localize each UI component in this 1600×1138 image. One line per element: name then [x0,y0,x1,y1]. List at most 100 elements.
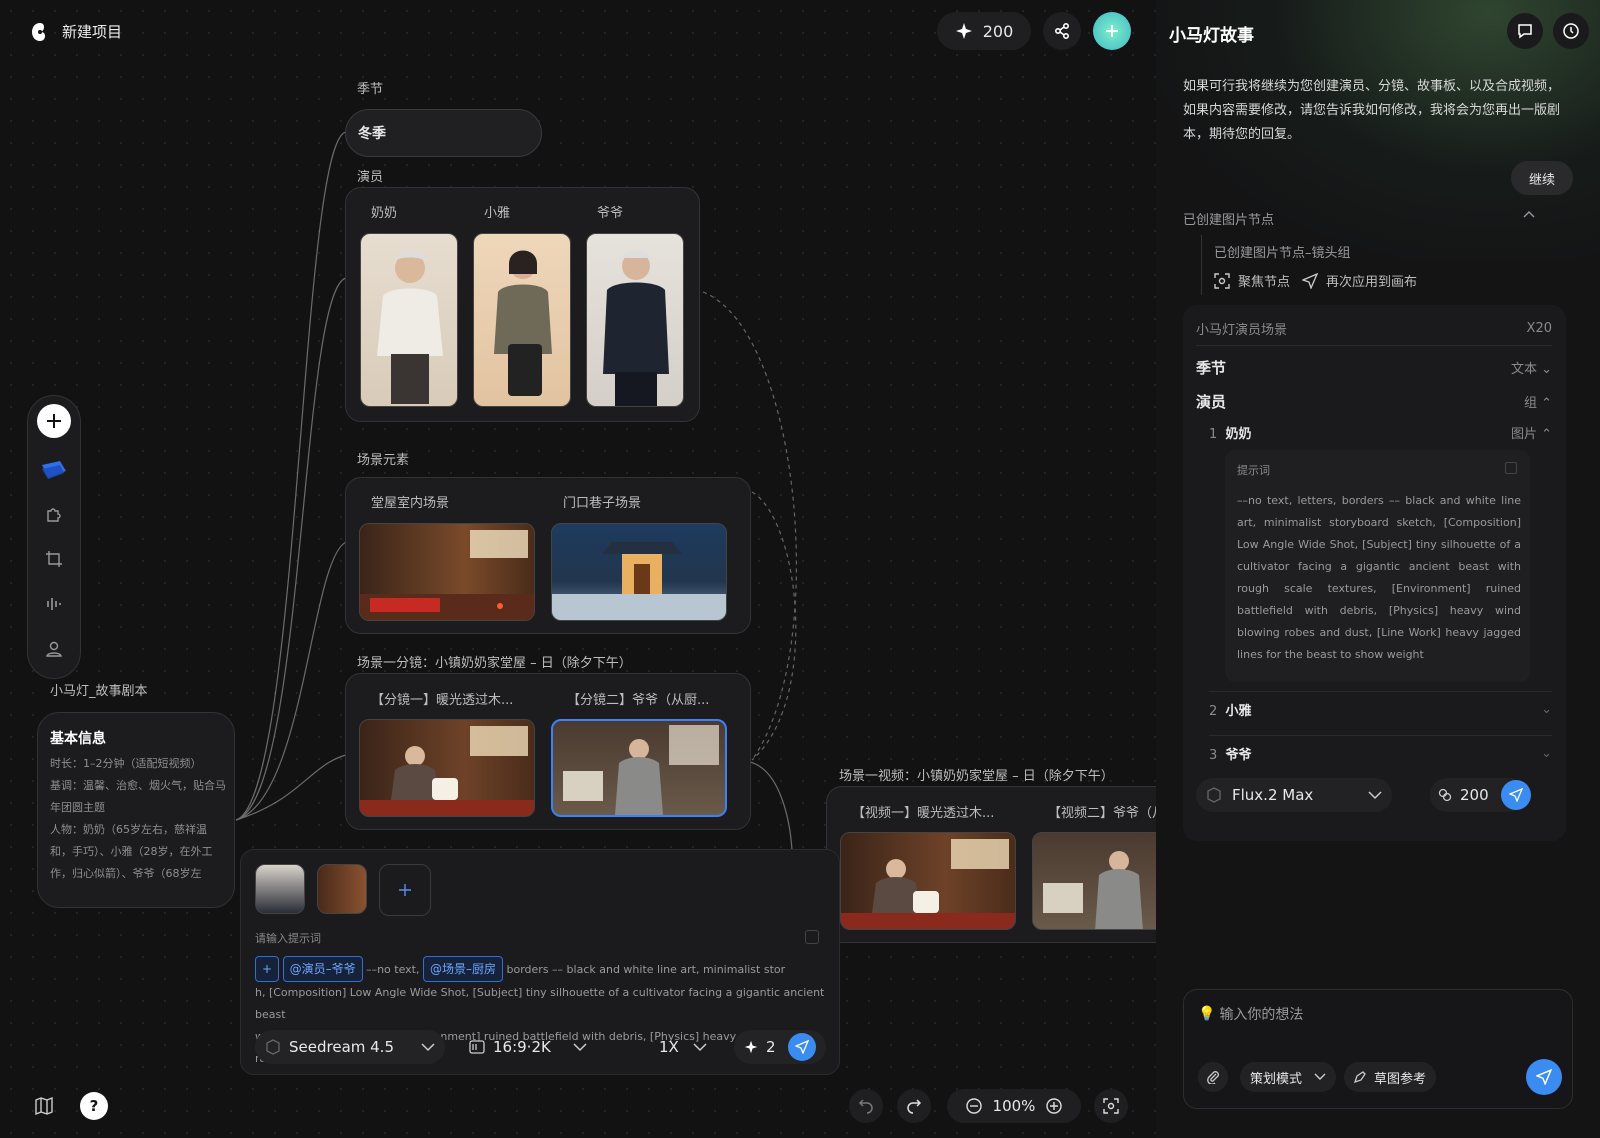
redo-button[interactable] [897,1089,931,1123]
script-line: 基调：温馨、治愈、烟火气，贴合马年团圆主题 [50,779,226,814]
lightbulb-icon: 💡 [1198,1006,1216,1022]
card-header: 小马灯演员场景 X20 [1196,319,1552,338]
reapply-label: 再次应用到画布 [1326,275,1418,290]
paperclip-icon [1206,1070,1220,1084]
card-row-actors[interactable]: 演员 组 ⌃ [1196,391,1552,412]
send-button[interactable] [788,1033,816,1061]
left-toolbar [27,395,81,679]
scene-elements-node[interactable]: 堂屋室内场景 门口巷子场景 [345,477,751,634]
puzzle-icon[interactable] [39,499,69,529]
add-node-button[interactable] [37,404,71,438]
layers-icon[interactable] [39,454,69,484]
send-outline-icon [1302,272,1318,289]
video-node-label: 场景一视频：小镇奶奶家堂屋 – 日（除夕下午） [839,769,1114,784]
chat-send-button[interactable] [1526,1059,1562,1095]
actor-photo-grandma[interactable] [360,233,458,407]
video-node[interactable]: 【视频一】暖光透过木... 【视频二】爷爷（从 [826,786,1156,943]
add-ref-button[interactable] [379,864,431,916]
zoom-out-icon[interactable] [965,1097,983,1115]
credits-icon [1438,788,1452,802]
ref-thumb-grandpa[interactable] [255,864,305,914]
attach-button[interactable] [1198,1062,1228,1092]
season-node[interactable]: 冬季 [345,109,542,157]
cube-icon [265,1039,281,1055]
project-title[interactable]: 新建项目 [62,21,122,42]
chevron-up-icon[interactable] [1523,210,1535,218]
sparkle-icon [744,1040,758,1054]
avatar-button[interactable] [1093,12,1131,50]
crop-icon[interactable] [39,544,69,574]
mode-select[interactable]: 策划模式 [1240,1062,1336,1092]
prompt-editor: 请输入提示词 + @演员–爷爷 ––no text, @场景–厨房 border… [240,849,840,1075]
chevron-down-icon [1314,1073,1326,1081]
panel-send-button[interactable] [1501,780,1531,810]
divider [1209,735,1552,736]
card-row-season[interactable]: 季节 文本 ⌄ [1196,357,1552,378]
canvas[interactable]: 新建项目 200 季节 冬季 演员 奶奶 小雅 爷爷 场景元素 堂屋室内场景 门… [0,0,1156,1138]
share-button[interactable] [1043,12,1081,50]
row-label: 演员 [1196,393,1227,411]
script-body: 时长：1–2分钟（适配短视频） 基调：温馨、治愈、烟火气，贴合马年团圆主题 人物… [50,753,228,885]
divider [1209,691,1552,692]
logo-icon[interactable] [28,20,52,44]
reapply-link[interactable]: 再次应用到画布 [1302,271,1417,290]
multiplier-value: 1X [659,1038,679,1056]
zoom-in-icon[interactable] [1045,1097,1063,1115]
shots-node[interactable]: 【分镜一】暖光透过木... 【分镜二】爷爷（从厨... [345,673,751,830]
help-icon[interactable]: ? [80,1092,108,1120]
created-header[interactable]: 已创建图片节点 [1183,209,1274,228]
scene-elements-label: 场景元素 [357,453,410,468]
actor-photo-xiaoya[interactable] [473,233,571,407]
season-node-label: 季节 [357,82,384,97]
plus-spark-icon [1105,24,1119,38]
continue-button[interactable]: 继续 [1511,161,1573,195]
actor-item-3[interactable]: 3 爷爷 ⌄ [1209,744,1552,763]
chat-input[interactable]: 💡 输入你的想法 [1198,1004,1303,1024]
row-label: 季节 [1196,359,1227,377]
shot-photo-1[interactable] [359,719,535,817]
focus-icon [1214,272,1230,289]
script-node[interactable]: 基本信息 时长：1–2分钟（适配短视频） 基调：温馨、治愈、烟火气，贴合马年团圆… [37,712,235,908]
tag-actor-grandpa[interactable]: @演员–爷爷 [282,956,363,982]
actor-photo-grandpa[interactable] [586,233,684,407]
undo-button[interactable] [849,1089,883,1123]
scene-photo-hall[interactable] [359,523,535,621]
insert-tag-button[interactable]: + [255,956,280,982]
history-button[interactable] [1553,13,1589,49]
cube-icon [1206,787,1222,803]
ratio-select[interactable]: 16:9·2K [463,1030,593,1064]
audio-icon[interactable] [39,589,69,619]
actor-item-1[interactable]: 1 奶奶 图片 ⌃ [1209,423,1552,442]
prompt-fragment: borders –– black and white line art, min… [506,963,786,976]
script-title: 基本信息 [50,731,106,747]
focus-node-link[interactable]: 聚焦节点 [1214,271,1290,290]
panel-model-select[interactable]: Flux.2 Max [1196,778,1392,812]
tag-scene-kitchen[interactable]: @场景–厨房 [422,956,503,982]
new-chat-button[interactable] [1507,13,1543,49]
sparkle-icon [955,22,973,40]
ref-thumb-kitchen[interactable] [317,864,367,914]
map-icon[interactable] [30,1092,58,1120]
sketch-ref-button[interactable]: 草图参考 [1344,1062,1436,1092]
shot-photo-2[interactable] [551,719,727,817]
multiplier-select[interactable]: 1X [653,1030,723,1064]
actor-scene-card: 小马灯演员场景 X20 季节 文本 ⌄ 演员 组 ⌃ 1 奶奶 图片 ⌃ 提示词… [1183,305,1566,841]
focus-icon [1103,1098,1119,1114]
actors-node[interactable]: 奶奶 小雅 爷爷 [345,187,700,422]
credits-badge[interactable]: 200 [937,12,1031,50]
user-icon[interactable] [39,634,69,664]
chevron-down-icon [421,1042,435,1052]
actor-name: 爷爷 [597,206,624,221]
copy-icon[interactable] [805,930,819,944]
fit-view-button[interactable] [1094,1089,1128,1123]
copy-icon[interactable] [1505,462,1517,474]
actor-name: 奶奶 [371,206,398,221]
actor-item-2[interactable]: 2 小雅 ⌄ [1209,700,1552,719]
undo-icon [858,1098,874,1114]
video-thumb-1[interactable] [840,832,1016,930]
video-thumb-2[interactable] [1032,832,1156,930]
row-type: 文本 ⌄ [1510,362,1552,377]
model-select[interactable]: Seedream 4.5 [255,1030,445,1064]
chat-input-placeholder: 输入你的想法 [1219,1007,1304,1023]
scene-photo-alley[interactable] [551,523,727,621]
